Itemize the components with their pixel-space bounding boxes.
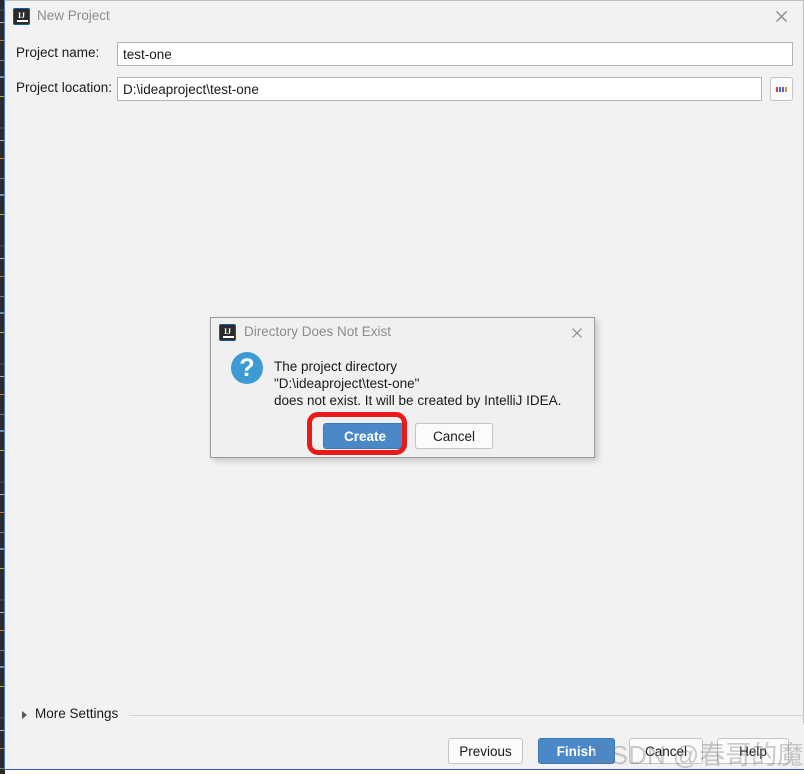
finish-button[interactable]: Finish	[538, 738, 615, 764]
footer-divider	[5, 715, 804, 716]
project-name-input[interactable]	[117, 42, 793, 66]
window-title: New Project	[37, 8, 110, 23]
question-mark-icon: ?	[231, 352, 263, 384]
project-name-label: Project name:	[16, 45, 100, 60]
dialog-message: The project directory "D:\ideaproject\te…	[274, 359, 562, 408]
previous-button[interactable]: Previous	[448, 738, 523, 764]
dialog-cancel-button[interactable]: Cancel	[415, 423, 493, 449]
more-settings-label[interactable]: More Settings	[35, 706, 118, 721]
help-button[interactable]: Help	[717, 738, 789, 764]
footer-bar: Previous Finish Cancel Help	[5, 724, 804, 769]
project-location-input[interactable]	[117, 77, 762, 101]
project-location-label: Project location:	[16, 80, 113, 95]
intellij-idea-icon: IJ	[219, 324, 236, 341]
dialog-create-button[interactable]: Create	[323, 423, 407, 449]
cancel-button[interactable]: Cancel	[629, 738, 703, 764]
directory-does-not-exist-dialog: IJ Directory Does Not Exist ? The projec…	[210, 317, 595, 458]
browse-ellipsis-icon[interactable]	[770, 77, 793, 101]
close-icon[interactable]	[564, 321, 590, 345]
window-titlebar: IJ New Project	[5, 1, 803, 32]
dialog-titlebar: IJ Directory Does Not Exist	[211, 318, 594, 347]
close-icon[interactable]	[759, 1, 803, 32]
intellij-idea-icon: IJ	[13, 8, 30, 25]
dialog-title: Directory Does Not Exist	[244, 324, 392, 339]
